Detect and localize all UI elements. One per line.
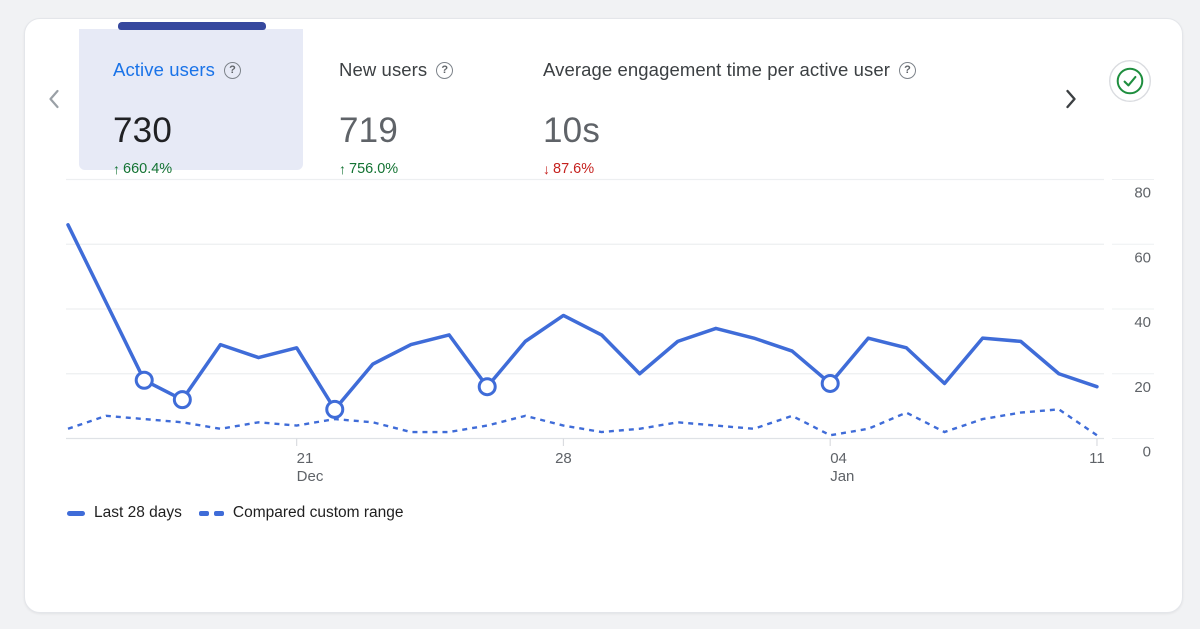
- metric-title-row: Active users ?: [113, 59, 241, 81]
- metric-title-row: New users ?: [339, 59, 453, 81]
- metric-value: 10s: [543, 111, 600, 151]
- metric-label: Active users: [113, 59, 215, 81]
- data-quality-status-button[interactable]: [1108, 59, 1152, 103]
- help-icon[interactable]: ?: [436, 62, 453, 79]
- point-marker: [174, 392, 190, 408]
- legend-item-last-28-days: Last 28 days: [67, 504, 182, 522]
- legend-label: Last 28 days: [94, 504, 182, 522]
- metric-delta: ↑ 756.0%: [339, 161, 398, 177]
- y-axis-label: 40: [1134, 314, 1151, 331]
- x-axis-label: 28: [555, 450, 572, 467]
- delta-value: 87.6%: [553, 161, 594, 177]
- metric-delta: ↑ 660.4%: [113, 161, 172, 177]
- y-axis-label: 20: [1134, 379, 1151, 396]
- tab-active-users[interactable]: Active users ? 730 ↑ 660.4%: [79, 29, 303, 170]
- point-marker: [822, 375, 838, 391]
- y-axis-label: 80: [1134, 185, 1151, 202]
- primary-line: [68, 225, 1097, 410]
- scroll-tabs-right-button[interactable]: [1055, 83, 1087, 115]
- help-icon[interactable]: ?: [899, 62, 916, 79]
- x-axis-sublabel: Jan: [830, 468, 854, 485]
- point-marker: [327, 401, 343, 417]
- delta-arrow-icon: ↑: [113, 161, 120, 177]
- metric-label: Average engagement time per active user: [543, 59, 890, 81]
- y-axis-label: 0: [1143, 444, 1151, 461]
- x-axis-label: 04: [830, 450, 847, 467]
- chart-legend: Last 28 days Compared custom range: [67, 504, 404, 522]
- metric-value: 730: [113, 111, 172, 151]
- x-axis-label: 11: [1089, 450, 1105, 467]
- y-axis-label: 60: [1134, 249, 1151, 266]
- comparison-line: [68, 409, 1097, 435]
- help-icon[interactable]: ?: [224, 62, 241, 79]
- delta-value: 660.4%: [123, 161, 172, 177]
- dashed-line-swatch-icon: [199, 511, 224, 516]
- delta-arrow-icon: ↑: [339, 161, 346, 177]
- solid-line-swatch-icon: [67, 511, 85, 516]
- legend-item-compared-range: Compared custom range: [199, 504, 404, 522]
- point-marker: [479, 379, 495, 395]
- metric-label: New users: [339, 59, 427, 81]
- scroll-tabs-left-button[interactable]: [38, 83, 70, 115]
- active-tab-indicator: [118, 22, 266, 30]
- delta-arrow-icon: ↓: [543, 161, 550, 177]
- metric-value: 719: [339, 111, 398, 151]
- x-axis-label: 21: [297, 450, 314, 467]
- metrics-card: Active users ? 730 ↑ 660.4% New users ? …: [24, 18, 1183, 613]
- metric-title-row: Average engagement time per active user …: [543, 59, 916, 81]
- delta-value: 756.0%: [349, 161, 398, 177]
- chevron-left-icon: [47, 88, 61, 110]
- chevron-right-icon: [1064, 88, 1078, 110]
- legend-label: Compared custom range: [233, 504, 404, 522]
- x-axis-sublabel: Dec: [297, 468, 324, 485]
- point-marker: [136, 372, 152, 388]
- tab-new-users[interactable]: New users ? 719 ↑ 756.0%: [339, 29, 519, 170]
- check-circle-icon: [1108, 59, 1152, 103]
- tab-avg-engagement-time[interactable]: Average engagement time per active user …: [543, 29, 1003, 170]
- metric-delta: ↓ 87.6%: [543, 161, 594, 177]
